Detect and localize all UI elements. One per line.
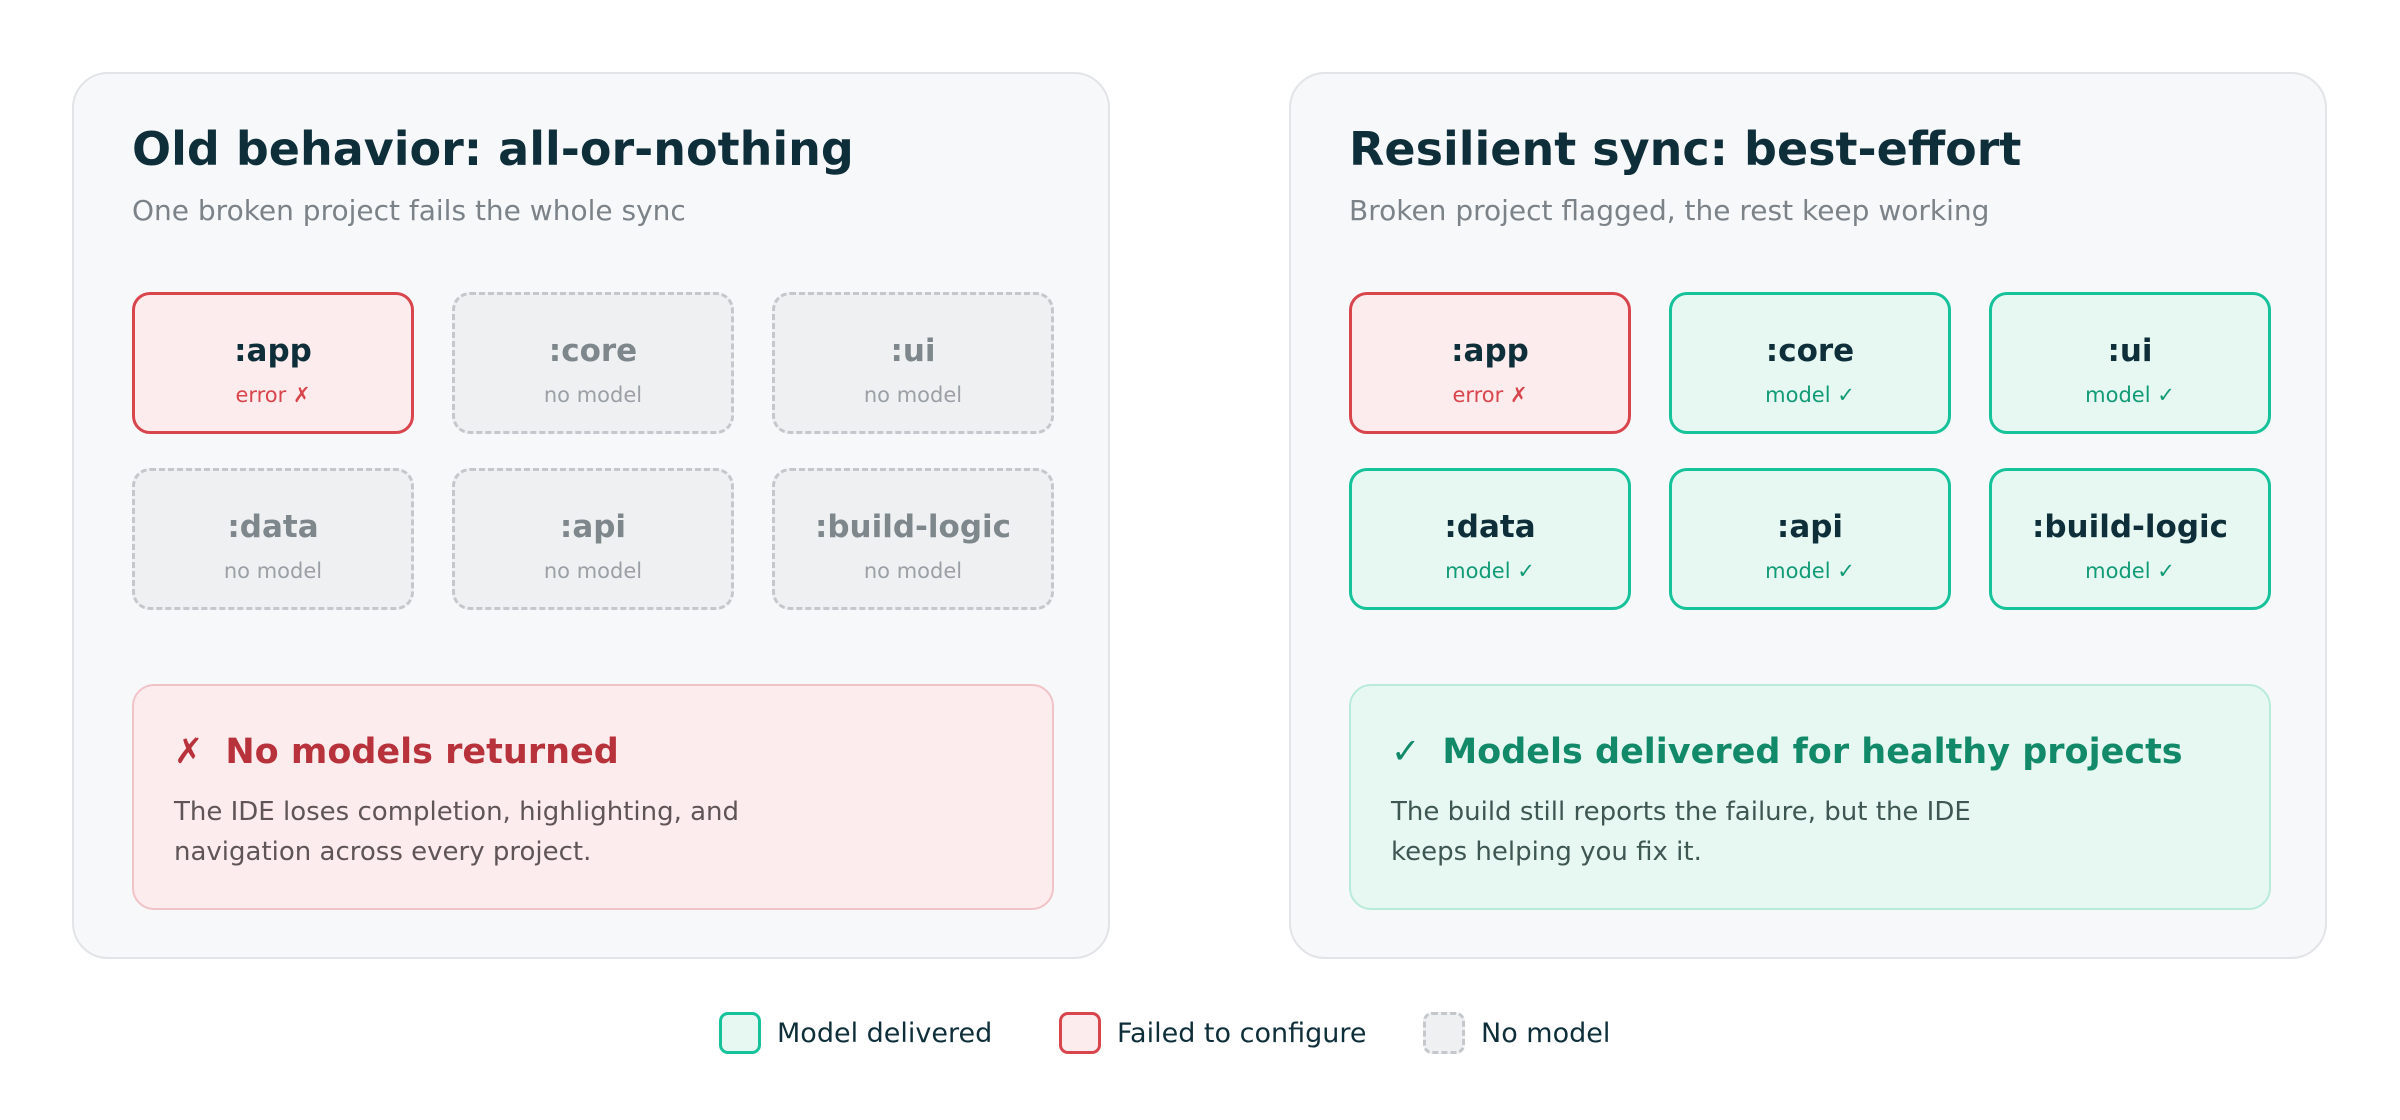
project-name: :core [548, 333, 638, 369]
project-name: :api [1776, 509, 1844, 545]
project-card-api: :api no model [452, 468, 734, 610]
legend: Model delivered Failed to configure No m… [0, 1010, 2400, 1058]
project-name: :build-logic [2031, 509, 2229, 545]
project-status: no model [863, 559, 963, 583]
failure-result-box: ✗ No models returned The IDE loses comple… [132, 684, 1054, 910]
result-heading: ✗ No models returned [174, 732, 619, 772]
result-body-line: keeps helping you fix it. [1391, 837, 1702, 867]
result-body-line: navigation across every project. [174, 837, 592, 867]
result-heading: ✓ Models delivered for healthy projects [1391, 732, 2183, 772]
panel-title: Old behavior: all-or-nothing [132, 122, 854, 176]
project-grid: :app error ✗ :core model ✓ :ui model ✓ :… [1349, 292, 2271, 610]
project-name: :ui [2107, 333, 2153, 369]
resilient-sync-panel: Resilient sync: best-effort Broken proje… [1289, 72, 2327, 959]
project-card-app: :app error ✗ [132, 292, 414, 434]
project-name: :core [1765, 333, 1855, 369]
project-status: model ✓ [2085, 383, 2175, 407]
legend-label: Failed to configure [1117, 1018, 1367, 1049]
project-card-data: :data no model [132, 468, 414, 610]
project-status: error ✗ [1452, 383, 1528, 407]
project-status: error ✗ [235, 383, 311, 407]
project-name: :app [1451, 333, 1529, 369]
project-name: :api [559, 509, 627, 545]
project-card-app: :app error ✗ [1349, 292, 1631, 434]
panel-subtitle: One broken project fails the whole sync [132, 194, 686, 227]
project-name: :app [234, 333, 312, 369]
legend-label: No model [1481, 1018, 1611, 1049]
project-status: model ✓ [1765, 383, 1855, 407]
project-name: :data [1444, 509, 1536, 545]
project-status: model ✓ [1765, 559, 1855, 583]
legend-swatch-delivered [719, 1012, 761, 1054]
result-heading-text: Models delivered for healthy projects [1442, 732, 2183, 772]
panel-subtitle: Broken project flagged, the rest keep wo… [1349, 194, 1990, 227]
project-status: model ✓ [1445, 559, 1535, 583]
legend-label: Model delivered [777, 1018, 993, 1049]
project-status: no model [543, 559, 643, 583]
result-heading-text: No models returned [225, 732, 619, 772]
result-body-line: The IDE loses completion, highlighting, … [174, 797, 740, 827]
project-name: :build-logic [814, 509, 1012, 545]
project-name: :ui [890, 333, 936, 369]
cross-icon: ✗ [174, 732, 204, 772]
project-card-core: :core no model [452, 292, 734, 434]
project-card-build-logic: :build-logic no model [772, 468, 1054, 610]
result-body-line: The build still reports the failure, but… [1391, 797, 1971, 827]
legend-swatch-failed [1059, 1012, 1101, 1054]
project-grid: :app error ✗ :core no model :ui no model… [132, 292, 1054, 610]
result-body: The build still reports the failure, but… [1391, 792, 2211, 872]
project-card-api: :api model ✓ [1669, 468, 1951, 610]
project-status: no model [863, 383, 963, 407]
project-card-data: :data model ✓ [1349, 468, 1631, 610]
check-icon: ✓ [1391, 732, 1421, 772]
result-body: The IDE loses completion, highlighting, … [174, 792, 994, 872]
project-card-build-logic: :build-logic model ✓ [1989, 468, 2271, 610]
project-status: no model [223, 559, 323, 583]
project-status: no model [543, 383, 643, 407]
comparison-diagram: Old behavior: all-or-nothing One broken … [0, 0, 2400, 1120]
project-name: :data [227, 509, 319, 545]
success-result-box: ✓ Models delivered for healthy projects T… [1349, 684, 2271, 910]
project-card-ui: :ui no model [772, 292, 1054, 434]
legend-swatch-no-model [1423, 1012, 1465, 1054]
project-status: model ✓ [2085, 559, 2175, 583]
panel-title: Resilient sync: best-effort [1349, 122, 2022, 176]
project-card-core: :core model ✓ [1669, 292, 1951, 434]
old-behavior-panel: Old behavior: all-or-nothing One broken … [72, 72, 1110, 959]
project-card-ui: :ui model ✓ [1989, 292, 2271, 434]
